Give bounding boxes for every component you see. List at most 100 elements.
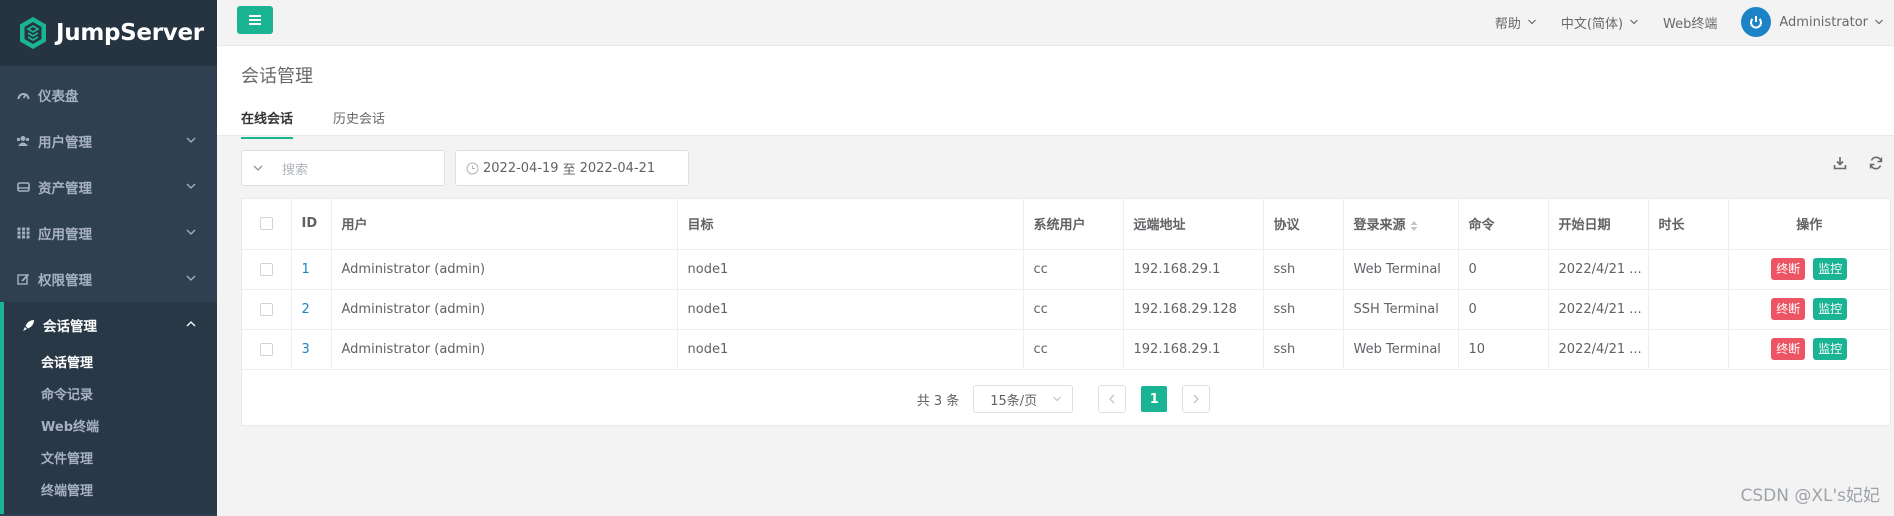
sidebar-item-users[interactable]: 用户管理 xyxy=(0,118,217,164)
date-range-picker[interactable]: 2022-04-19 至 2022-04-21 xyxy=(455,150,689,186)
sort-icon[interactable] xyxy=(1410,220,1418,232)
cell-target: node1 xyxy=(677,249,1024,290)
row-select-cell xyxy=(242,329,292,370)
sidebar-item-applications[interactable]: 应用管理 xyxy=(0,210,217,256)
chevron-down-icon xyxy=(1630,19,1638,25)
sidebar-item-sessions[interactable]: 会话管理 xyxy=(0,302,217,348)
sidebar-item-dashboard[interactable]: 仪表盘 xyxy=(0,72,217,118)
page-header: 会话管理 在线会话 历史会话 xyxy=(217,46,1894,139)
sidebar-item-label: 仪表盘 xyxy=(38,89,79,105)
chevron-down-icon xyxy=(1053,396,1062,402)
power-icon xyxy=(1747,13,1765,31)
chevron-left-icon xyxy=(1109,394,1115,404)
session-id-link[interactable]: 2 xyxy=(291,289,332,330)
hamburger-icon xyxy=(249,15,261,25)
page-number-current[interactable]: 1 xyxy=(1141,386,1168,412)
tab-online-sessions[interactable]: 在线会话 xyxy=(241,108,294,139)
subnav-item-web-terminal[interactable]: Web终端 xyxy=(4,412,217,444)
monitor-button[interactable]: 监控 xyxy=(1813,338,1848,360)
cell-start-date: 2022/4/21 ... xyxy=(1548,249,1649,290)
row-checkbox[interactable] xyxy=(259,262,273,276)
terminate-button[interactable]: 终断 xyxy=(1771,338,1806,360)
grid-icon xyxy=(16,226,30,240)
col-header-duration: 时长 xyxy=(1648,199,1729,250)
chevron-down-icon xyxy=(1527,19,1536,25)
refresh-icon[interactable] xyxy=(1869,156,1885,172)
cell-protocol: ssh xyxy=(1263,329,1344,370)
session-id-link[interactable]: 3 xyxy=(291,329,332,370)
monitor-button[interactable]: 监控 xyxy=(1813,298,1848,320)
help-label: 帮助 xyxy=(1494,16,1521,32)
main-content: 搜索 2022-04-19 至 2022-04-21 ID 用户 目标 系统用户… xyxy=(241,144,1891,428)
cell-actions: 终断 监控 xyxy=(1728,329,1890,370)
cell-remote-addr: 192.168.29.128 xyxy=(1123,289,1264,330)
chevron-down-icon[interactable] xyxy=(252,162,264,174)
sidebar-item-label: 用户管理 xyxy=(38,135,92,151)
next-page-button[interactable] xyxy=(1182,385,1211,413)
tab-history-sessions[interactable]: 历史会话 xyxy=(333,108,385,139)
download-icon[interactable] xyxy=(1833,156,1849,172)
cell-system-user: cc xyxy=(1023,249,1124,290)
sidebar-item-label: 权限管理 xyxy=(38,273,92,289)
sidebar-item-assets[interactable]: 资产管理 xyxy=(0,164,217,210)
cell-remote-addr: 192.168.29.1 xyxy=(1123,329,1264,370)
row-checkbox[interactable] xyxy=(259,342,273,356)
subnav-item-file-management[interactable]: 文件管理 xyxy=(4,444,217,476)
col-header-user: 用户 xyxy=(331,199,678,250)
col-header-protocol: 协议 xyxy=(1263,199,1344,250)
jumpserver-logo-icon xyxy=(20,17,46,49)
row-select-cell xyxy=(242,289,292,330)
session-tabs: 在线会话 历史会话 xyxy=(241,108,425,139)
web-terminal-link[interactable]: Web终端 xyxy=(1663,13,1717,32)
session-id-link[interactable]: 1 xyxy=(291,249,332,290)
col-header-target: 目标 xyxy=(677,199,1024,250)
toggle-sidebar-button[interactable] xyxy=(237,6,273,34)
col-header-remote-addr: 远端地址 xyxy=(1123,199,1264,250)
row-checkbox[interactable] xyxy=(259,302,273,316)
monitor-button[interactable]: 监控 xyxy=(1813,258,1848,280)
date-end[interactable]: 2022-04-21 xyxy=(580,161,656,176)
col-header-actions: 操作 xyxy=(1728,199,1890,250)
page-size-value: 15条/页 xyxy=(990,393,1038,409)
cell-remote-addr: 192.168.29.1 xyxy=(1123,249,1264,290)
subnav-item-terminal-management[interactable]: 终端管理 xyxy=(4,476,217,508)
cell-actions: 终断 监控 xyxy=(1728,289,1890,330)
dashboard-icon xyxy=(16,88,30,102)
col-header-login-from[interactable]: 登录来源 xyxy=(1343,199,1459,250)
edit-icon xyxy=(16,272,30,286)
select-all-checkbox[interactable] xyxy=(259,217,273,231)
col-header-system-user: 系统用户 xyxy=(1023,199,1124,250)
subnav-item-command-records[interactable]: 命令记录 xyxy=(4,380,217,412)
terminate-button[interactable]: 终断 xyxy=(1771,298,1806,320)
brand-name: JumpServer xyxy=(56,20,204,46)
sessions-submenu: 会话管理 命令记录 Web终端 文件管理 终端管理 xyxy=(0,348,217,514)
prev-page-button[interactable] xyxy=(1098,385,1127,413)
col-header-id: ID xyxy=(291,199,332,250)
chevron-down-icon xyxy=(1875,19,1883,25)
brand[interactable]: JumpServer xyxy=(0,0,217,66)
chevron-down-icon xyxy=(186,229,196,235)
user-dropdown[interactable]: Administrator xyxy=(1741,7,1884,37)
subnav-item-session-management[interactable]: 会话管理 xyxy=(4,348,217,380)
search-input[interactable]: 搜索 xyxy=(241,150,445,186)
cell-commands: 10 xyxy=(1458,329,1549,370)
user-name: Administrator xyxy=(1779,14,1868,30)
sidebar-item-label: 会话管理 xyxy=(43,319,97,335)
sessions-table: ID 用户 目标 系统用户 远端地址 协议 登录来源 命令 开始日期 时长 操作… xyxy=(241,198,1891,426)
sidebar-nav: 仪表盘 用户管理 资产管理 应用管理 权限管理 会话管理 xyxy=(0,66,217,348)
chevron-right-icon xyxy=(1193,394,1200,404)
language-label: 中文(简体) xyxy=(1560,16,1624,32)
avatar xyxy=(1741,7,1772,37)
cell-actions: 终断 监控 xyxy=(1728,249,1890,290)
table-row: 2 Administrator (admin) node1 cc 192.168… xyxy=(242,289,1890,330)
terminate-button[interactable]: 终断 xyxy=(1771,258,1806,280)
language-dropdown[interactable]: 中文(简体) xyxy=(1561,13,1639,32)
row-select-cell xyxy=(242,249,292,290)
help-dropdown[interactable]: 帮助 xyxy=(1495,13,1537,32)
cell-login-from: SSH Terminal xyxy=(1343,289,1459,330)
cell-commands: 0 xyxy=(1458,249,1549,290)
page-size-select[interactable]: 15条/页 xyxy=(973,385,1074,413)
date-start[interactable]: 2022-04-19 xyxy=(483,161,559,176)
col-header-start-date: 开始日期 xyxy=(1548,199,1649,250)
sidebar-item-permissions[interactable]: 权限管理 xyxy=(0,256,217,302)
